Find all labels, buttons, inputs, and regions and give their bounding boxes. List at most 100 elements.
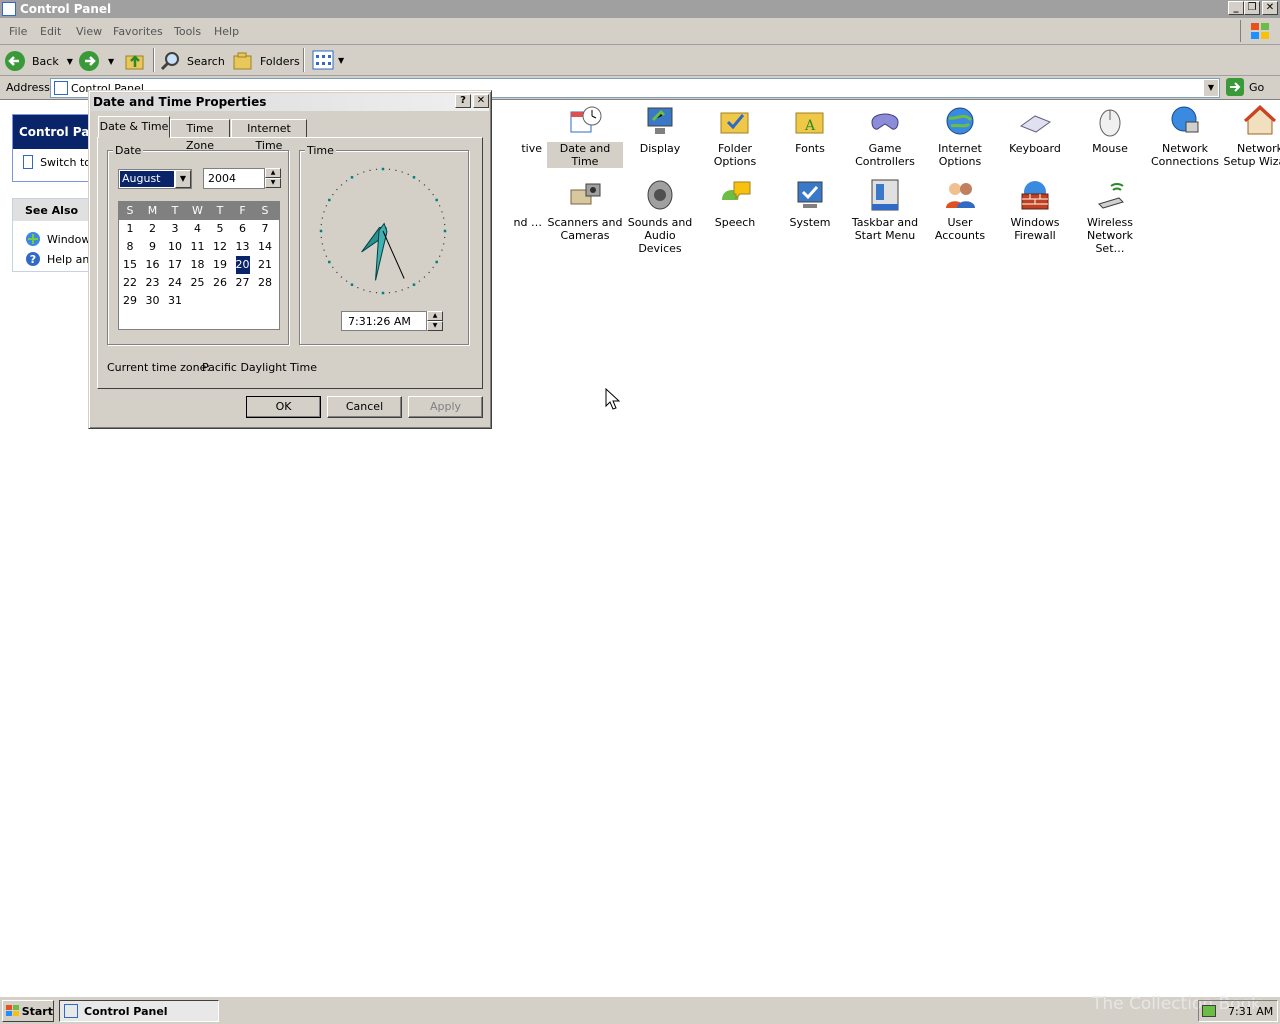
- control-panel-icon: [2, 2, 16, 16]
- calendar-day[interactable]: 25: [187, 274, 209, 292]
- cp-item-user-accounts[interactable]: User Accounts: [922, 178, 998, 242]
- calendar-day[interactable]: 17: [164, 256, 186, 274]
- year-down-button[interactable]: ▼: [265, 178, 281, 188]
- calendar-day[interactable]: 21: [254, 256, 276, 274]
- switch-view-link[interactable]: Switch to: [23, 155, 91, 169]
- cancel-button[interactable]: Cancel: [327, 396, 402, 418]
- menu-help[interactable]: Help: [214, 25, 239, 38]
- cp-item-speech[interactable]: Speech: [697, 178, 773, 229]
- calendar-day[interactable]: 8: [119, 238, 141, 256]
- menu-edit[interactable]: Edit: [40, 25, 61, 38]
- menu-file[interactable]: File: [9, 25, 27, 38]
- dialog-title-bar[interactable]: Date and Time Properties ? ✕: [91, 93, 489, 111]
- calendar-day[interactable]: 20: [235, 256, 250, 274]
- search-button[interactable]: Search: [160, 49, 225, 73]
- calendar-day[interactable]: 14: [254, 238, 276, 256]
- calendar-day[interactable]: 11: [187, 238, 209, 256]
- taskbar-control-panel-button[interactable]: Control Panel: [59, 1000, 219, 1022]
- calendar-day[interactable]: 16: [142, 256, 164, 274]
- clock-tick: [443, 243, 445, 245]
- cp-item-mouse[interactable]: Mouse: [1072, 104, 1148, 155]
- calendar-day[interactable]: 7: [254, 220, 276, 238]
- menu-tools[interactable]: Tools: [174, 25, 201, 38]
- cp-item-scanner[interactable]: Scanners and Cameras: [547, 178, 623, 242]
- calendar-day[interactable]: 28: [254, 274, 276, 292]
- cp-item-system[interactable]: System: [772, 178, 848, 229]
- calendar-day[interactable]: 3: [164, 220, 186, 238]
- back-dropdown-icon[interactable]: ▼: [67, 57, 73, 66]
- calendar-day[interactable]: 12: [209, 238, 231, 256]
- views-button[interactable]: ▼: [312, 50, 344, 70]
- go-button[interactable]: Go: [1226, 78, 1264, 96]
- calendar-day[interactable]: 6: [232, 220, 254, 238]
- cp-item-wireless[interactable]: Wireless Network Set…: [1072, 178, 1148, 255]
- ok-button[interactable]: OK: [246, 396, 321, 418]
- calendar-day[interactable]: 13: [232, 238, 254, 256]
- network-tray-icon[interactable]: [1202, 1005, 1216, 1017]
- dialog-close-button[interactable]: ✕: [473, 94, 489, 108]
- start-button[interactable]: Start: [2, 1000, 54, 1022]
- dialog-help-button[interactable]: ?: [455, 94, 471, 108]
- month-select[interactable]: August ▼: [118, 169, 192, 189]
- cp-item-taskbar[interactable]: Taskbar and Start Menu: [847, 178, 923, 242]
- cp-item-speaker[interactable]: Sounds and Audio Devices: [622, 178, 698, 255]
- timezone-label: Current time zone:: [107, 361, 211, 374]
- cp-item-folder-options[interactable]: Folder Options: [697, 104, 773, 168]
- calendar-day[interactable]: 9: [142, 238, 164, 256]
- see-also-help-link[interactable]: ? Help and: [25, 251, 96, 267]
- window-title-bar[interactable]: Control Panel _ ❐ ✕: [0, 0, 1280, 18]
- taskbar-clock[interactable]: 7:31 AM: [1228, 1005, 1273, 1018]
- cp-item-label: Wireless Network Set…: [1086, 216, 1134, 255]
- cp-item-firewall[interactable]: Windows Firewall: [997, 178, 1073, 242]
- calendar-day[interactable]: 19: [209, 256, 231, 274]
- calendar-day[interactable]: 15: [119, 256, 141, 274]
- calendar-day[interactable]: 30: [142, 292, 164, 310]
- calendar-day[interactable]: 26: [209, 274, 231, 292]
- cp-item-display[interactable]: Display: [622, 104, 698, 155]
- apply-button[interactable]: Apply: [408, 396, 483, 418]
- maximize-button[interactable]: ❐: [1244, 1, 1260, 15]
- menu-favorites[interactable]: Favorites: [113, 25, 163, 38]
- up-folder-button[interactable]: [124, 50, 146, 75]
- calendar-day[interactable]: 22: [119, 274, 141, 292]
- forward-dropdown-icon[interactable]: ▼: [108, 57, 114, 66]
- calendar-day[interactable]: 10: [164, 238, 186, 256]
- cp-item-date-time[interactable]: Date and Time: [547, 104, 623, 168]
- close-button[interactable]: ✕: [1262, 1, 1278, 15]
- cp-item-keyboard[interactable]: Keyboard: [997, 104, 1073, 155]
- calendar-day[interactable]: 1: [119, 220, 141, 238]
- address-dropdown-icon[interactable]: ▼: [1203, 79, 1219, 97]
- cp-item-internet-options[interactable]: Internet Options: [922, 104, 998, 168]
- cp-item-game-controller[interactable]: Game Controllers: [847, 104, 923, 168]
- date-time-dialog[interactable]: Date and Time Properties ? ✕ Date & Time…: [88, 90, 492, 429]
- year-up-button[interactable]: ▲: [265, 168, 281, 178]
- calendar-day[interactable]: 4: [187, 220, 209, 238]
- back-button[interactable]: Back ▼: [4, 49, 73, 73]
- calendar-day[interactable]: 31: [164, 292, 186, 310]
- clock-tick: [441, 211, 443, 213]
- tab-time-zone[interactable]: Time Zone: [170, 119, 230, 152]
- forward-button[interactable]: ▼: [78, 49, 114, 73]
- time-down-button[interactable]: ▼: [427, 321, 443, 331]
- see-also-windows-update-link[interactable]: Windows: [25, 231, 96, 247]
- cp-item-fonts[interactable]: A Fonts: [772, 104, 848, 155]
- cp-item-label: Folder Options: [713, 142, 757, 168]
- time-up-button[interactable]: ▲: [427, 311, 443, 321]
- tab-date-time[interactable]: Date & Time: [98, 116, 170, 138]
- calendar-day[interactable]: 24: [164, 274, 186, 292]
- cp-item-network-connections[interactable]: Network Connections: [1147, 104, 1223, 168]
- menu-view[interactable]: View: [76, 25, 102, 38]
- calendar-day[interactable]: 2: [142, 220, 164, 238]
- calendar-day[interactable]: 18: [187, 256, 209, 274]
- folders-button[interactable]: Folders: [232, 49, 300, 73]
- calendar-day[interactable]: 29: [119, 292, 141, 310]
- tab-internet-time[interactable]: Internet Time: [231, 119, 307, 152]
- calendar-day[interactable]: 5: [209, 220, 231, 238]
- cp-item-network-setup[interactable]: Network Setup Wizard: [1222, 104, 1280, 168]
- calendar-day[interactable]: 27: [232, 274, 254, 292]
- month-dropdown-icon[interactable]: ▼: [175, 170, 191, 188]
- year-spinner[interactable]: 2004: [203, 168, 265, 189]
- minimize-button[interactable]: _: [1228, 1, 1244, 15]
- time-input[interactable]: 7:31:26 AM: [341, 311, 427, 331]
- calendar-day[interactable]: 23: [142, 274, 164, 292]
